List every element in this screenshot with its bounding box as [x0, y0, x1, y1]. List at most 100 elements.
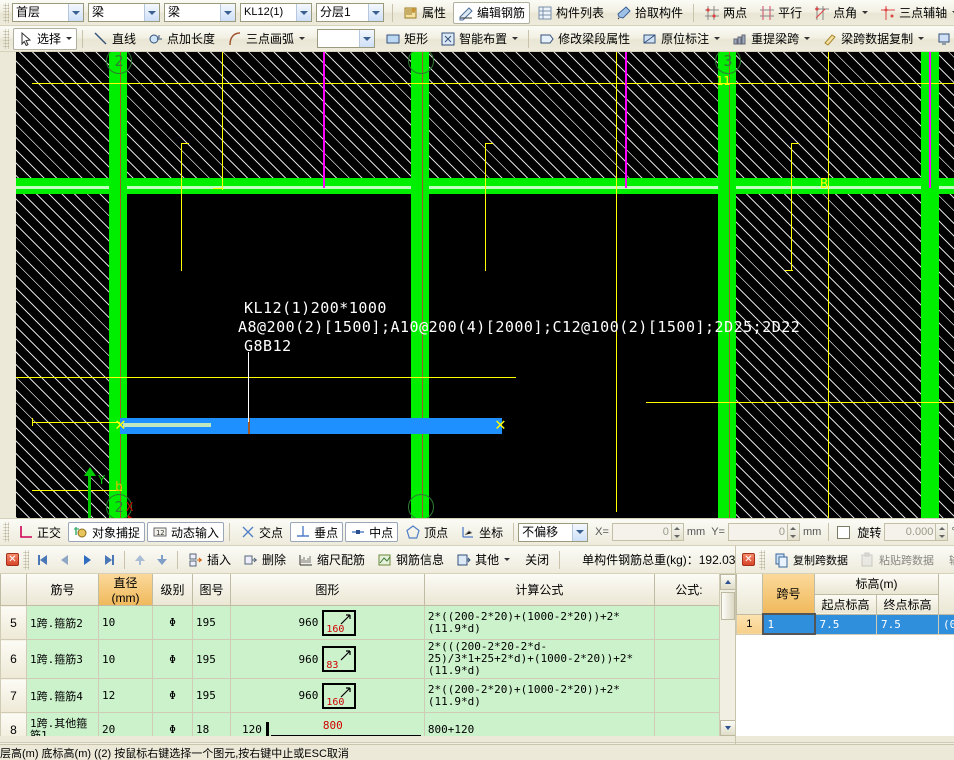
parallel-button[interactable]: 平行 [754, 2, 807, 24]
last-record-button[interactable] [98, 550, 120, 570]
insert-button[interactable]: 插入 [183, 549, 236, 571]
beam-vertical-mid[interactable] [411, 52, 429, 518]
input-current-button[interactable]: 输入当 [941, 549, 954, 571]
beam-vertical-2[interactable] [109, 52, 127, 518]
close-icon[interactable]: ✕ [6, 553, 19, 566]
span-grid-container[interactable]: 跨号 标高(m) 起点标高 终点标高 1 1 7.5 [736, 574, 954, 736]
coordinate-snap-button[interactable]: 坐标 [455, 522, 508, 542]
two-point-button[interactable]: 两点 [699, 2, 752, 24]
cell-grade[interactable]: Φ [153, 679, 193, 713]
cell-rebar-no[interactable]: 1跨.其他箍筋1 [27, 713, 99, 737]
col-diameter[interactable]: 直径(mm) [99, 574, 153, 606]
cell-diameter[interactable]: 10 [99, 606, 153, 640]
col-figure-no[interactable]: 图号 [193, 574, 231, 606]
col-end-elev[interactable]: 终点标高 [877, 594, 939, 614]
cell-rebar-no[interactable]: 1跨.箍筋4 [27, 679, 99, 713]
chevron-down-icon[interactable] [359, 30, 374, 47]
col-start-elev[interactable]: 起点标高 [815, 594, 877, 614]
y-offset-spinner[interactable] [788, 523, 800, 541]
table-row[interactable]: 6 1跨.箍筋3 10 Φ 195 960 [1, 640, 724, 679]
scroll-thumb[interactable] [721, 592, 735, 620]
dynamic-input-button[interactable]: 12 动态输入 [147, 522, 224, 542]
offset-mode-select[interactable]: 不偏移 [518, 523, 588, 542]
chevron-down-icon[interactable] [299, 37, 305, 40]
cell-shape[interactable]: 960 83 [231, 640, 425, 679]
move-down-button[interactable] [151, 550, 173, 570]
cell-rebar-no[interactable]: 1跨.箍筋3 [27, 640, 99, 679]
col-span-no[interactable]: 跨号 [763, 574, 815, 614]
cell-span-no[interactable]: 1 [763, 614, 815, 634]
midpoint-snap-button[interactable]: 中点 [345, 522, 398, 542]
cell-diameter[interactable]: 20 [99, 713, 153, 737]
cell-shape[interactable]: 960 160 [231, 606, 425, 640]
chevron-down-icon[interactable] [144, 4, 159, 21]
table-row[interactable]: 1 1 7.5 7.5 (0 [737, 614, 954, 634]
cell-figure-no[interactable]: 18 [193, 713, 231, 737]
scroll-down-icon[interactable] [720, 720, 736, 736]
chevron-down-icon[interactable] [918, 37, 924, 40]
modify-beam-segment-button[interactable]: 修改梁段属性 [534, 28, 635, 50]
chevron-down-icon[interactable] [714, 37, 720, 40]
cell-figure-no[interactable]: 195 [193, 606, 231, 640]
cell-start-elev[interactable]: 7.5 [815, 614, 877, 634]
cell-formula2[interactable] [654, 640, 723, 679]
cell-formula[interactable]: 2*((200-2*20)+(1000-2*20))+2*(11.9*d) [424, 606, 654, 640]
copy-span-data-button[interactable]: 梁跨数据复制 [817, 28, 929, 50]
rotate-checkbox[interactable] [837, 526, 850, 539]
rebar-grid-container[interactable]: 筋号 直径(mm) 级别 图号 图形 计算公式 公式: 5 1跨.箍筋2 [0, 574, 735, 736]
component-type-select[interactable]: 梁 [88, 3, 160, 22]
vertex-snap-button[interactable]: 顶点 [400, 522, 453, 542]
cell-formula2[interactable] [654, 679, 723, 713]
cell-formula[interactable]: 2*((200-2*20)+(1000-2*20))+2*(11.9*d) [424, 679, 654, 713]
scroll-up-icon[interactable] [720, 574, 736, 590]
x-offset-input[interactable]: 0 [612, 523, 672, 541]
chevron-down-icon[interactable] [572, 524, 587, 541]
chevron-down-icon[interactable] [68, 4, 83, 21]
cell-formula[interactable]: 2*(((200-2*20-2*d-25)/3*1+25+2*d)+(1000-… [424, 640, 654, 679]
re-extract-span-button[interactable]: 重提梁跨 [727, 28, 815, 50]
cell-grade[interactable]: Φ [153, 640, 193, 679]
component-subtype-select[interactable]: 梁 [164, 3, 236, 22]
rebar-grid-vscrollbar[interactable] [719, 574, 735, 736]
cell-diameter[interactable]: 12 [99, 679, 153, 713]
component-list-button[interactable]: 构件列表 [532, 2, 609, 24]
chevron-down-icon[interactable] [220, 4, 235, 21]
rectangle-button[interactable]: 矩形 [380, 28, 433, 50]
smart-layout-button[interactable]: 智能布置 [435, 28, 523, 50]
pick-component-button[interactable]: 拾取构件 [611, 2, 688, 24]
chevron-down-icon[interactable] [504, 558, 510, 561]
toolbar-grip[interactable] [3, 3, 9, 23]
chevron-down-icon[interactable] [296, 4, 311, 21]
properties-button[interactable]: 属性 [398, 2, 451, 24]
table-row[interactable]: 8 1跨.其他箍筋1 20 Φ 18 120 [1, 713, 724, 737]
col-elevation-group[interactable]: 标高(m) [815, 574, 939, 594]
rebar-toolbar-grip[interactable] [23, 550, 29, 570]
prev-record-button[interactable] [54, 550, 76, 570]
component-name-select[interactable]: KL12(1) [240, 3, 312, 22]
chevron-down-icon[interactable] [804, 37, 810, 40]
chevron-down-icon[interactable] [862, 11, 868, 14]
intersection-snap-button[interactable]: 交点 [235, 522, 288, 542]
copy-span-data-button[interactable]: 复制跨数据 [769, 549, 853, 571]
next-record-button[interactable] [76, 550, 98, 570]
cell-formula2[interactable] [654, 713, 723, 737]
perpendicular-snap-button[interactable]: 垂点 [290, 522, 343, 542]
cad-canvas[interactable]: ✕ ✕ 2 3 2 11 B b Y X [16, 52, 954, 518]
col-grade[interactable]: 级别 [153, 574, 193, 606]
y-offset-input[interactable]: 0 [728, 523, 788, 541]
three-point-axis-button[interactable]: 三点辅轴 [875, 2, 954, 24]
cell-extra[interactable]: (0 [939, 614, 954, 634]
rotate-input[interactable]: 0.000 [884, 523, 936, 541]
cell-shape[interactable]: 120 800 [231, 713, 425, 737]
arc-style-select[interactable] [317, 29, 375, 48]
cell-shape[interactable]: 960 160 [231, 679, 425, 713]
close-icon[interactable]: ✕ [742, 553, 755, 566]
close-pane-button[interactable]: 关闭 [517, 549, 554, 571]
cell-diameter[interactable]: 10 [99, 640, 153, 679]
col-rebar-no[interactable]: 筋号 [27, 574, 99, 606]
rebar-info-button[interactable]: 钢筋信息 [372, 549, 449, 571]
point-angle-button[interactable]: 点角 [809, 2, 873, 24]
original-annotation-button[interactable]: 原位标注 [637, 28, 725, 50]
edit-rebar-button[interactable]: 编辑钢筋 [453, 2, 530, 24]
col-formula[interactable]: 计算公式 [424, 574, 654, 606]
